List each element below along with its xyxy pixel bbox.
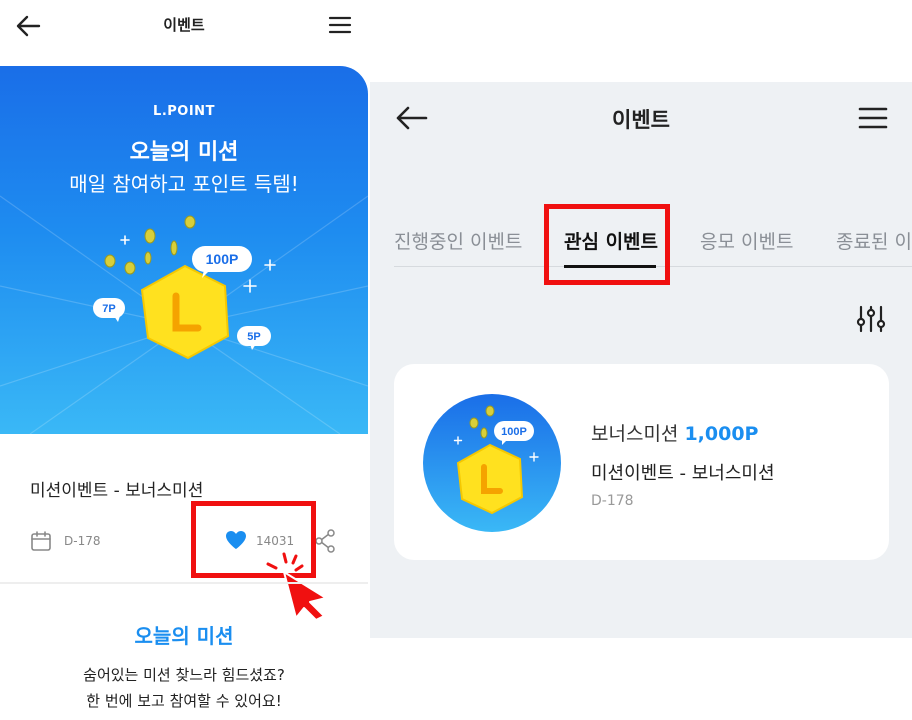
mission-line-1: 숨어있는 미션 찾느라 힘드셨죠?	[83, 666, 285, 684]
hamburger-menu-icon[interactable]	[328, 14, 352, 36]
hamburger-menu-icon[interactable]	[858, 106, 888, 130]
mission-title: 오늘의 미션	[134, 624, 234, 648]
filter-sliders-icon[interactable]	[856, 304, 886, 334]
reward-line: 보너스미션 1,000P	[591, 419, 758, 446]
calendar-icon	[31, 531, 51, 551]
hand-cursor-click-icon	[264, 552, 327, 620]
left-header: 이벤트	[0, 0, 368, 52]
thumb-bubble: 100P	[501, 426, 527, 438]
event-dday: D-178	[64, 534, 101, 548]
event-title[interactable]: 미션이벤트 - 보너스미션	[30, 476, 203, 501]
card-title: 미션이벤트 - 보너스미션	[591, 463, 775, 484]
tab-entered-events[interactable]: 응모 이벤트	[700, 227, 793, 254]
brand-label: L.POINT	[153, 104, 215, 119]
event-card[interactable]: 100P 보너스미션 1,000P 미션이벤트 - 보너스미션 D-178	[394, 364, 889, 560]
right-screen: 이벤트 진행중인 이벤트 관심 이벤트 응모 이벤트 종료된 이벤트	[370, 82, 912, 638]
highlight-box	[544, 204, 670, 285]
mission-line-2: 한 번에 보고 참여할 수 있어요!	[86, 692, 282, 710]
banner-title: 오늘의 미션	[129, 140, 239, 165]
banner-subtitle: 매일 참여하고 포인트 득템!	[69, 172, 299, 196]
tab-ended-events[interactable]: 종료된 이벤트	[836, 227, 912, 254]
bubble-5p: 5P	[247, 331, 260, 343]
card-dday: D-178	[591, 493, 634, 509]
reward-label: 보너스미션	[591, 423, 679, 445]
event-thumbnail: 100P	[423, 394, 561, 532]
tab-ongoing-events[interactable]: 진행중인 이벤트	[394, 227, 522, 254]
section-divider	[0, 582, 368, 584]
event-banner[interactable]: L.POINT 오늘의 미션 매일 참여하고 포인트 득템! 100P 7P 5…	[0, 66, 368, 434]
page-title: 이벤트	[163, 16, 205, 34]
coin-illustration: 100P 7P 5P	[93, 215, 276, 360]
bubble-7p: 7P	[102, 303, 115, 315]
left-screen: 이벤트 L.POINT 오늘의 미션 매일 참여하고 포인트 득템! 100P …	[0, 0, 368, 720]
reward-points: 1,000P	[684, 423, 759, 445]
bubble-100p: 100P	[206, 251, 239, 267]
page-title: 이벤트	[612, 108, 670, 132]
